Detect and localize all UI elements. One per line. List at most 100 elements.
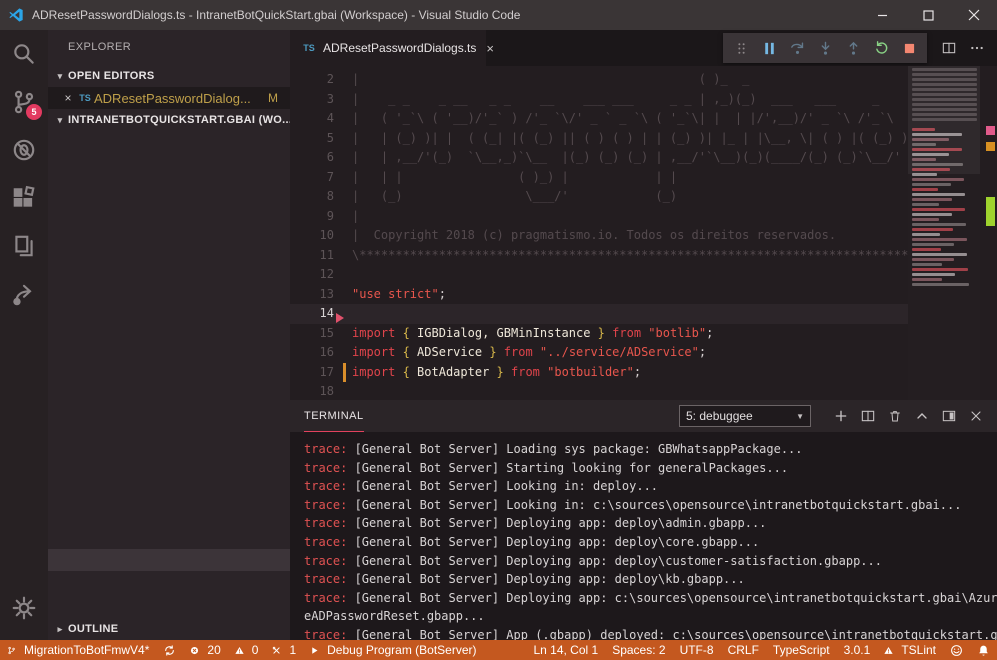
activity-documents-button[interactable] — [0, 222, 48, 270]
status-cursor-position[interactable]: Ln 14, Col 1 — [526, 640, 605, 660]
tree-item-botlib[interactable] — [48, 153, 290, 175]
activity-share-button[interactable] — [0, 270, 48, 318]
close-panel-button[interactable] — [962, 402, 989, 430]
minimize-button[interactable] — [859, 0, 905, 30]
kill-terminal-button[interactable] — [881, 402, 908, 430]
line-number[interactable]: 5 — [290, 129, 334, 149]
activity-source-control-button[interactable]: 5 — [0, 78, 48, 126]
tab-adresetpassworddialogs[interactable]: TS ADResetPasswordDialogs.ts × — [290, 30, 486, 66]
line-number[interactable]: 15 — [290, 324, 334, 344]
status-notifications[interactable] — [970, 640, 997, 660]
step-out-button[interactable] — [839, 34, 867, 62]
status-debug-program[interactable]: Debug Program (BotServer) — [303, 640, 483, 660]
line-number[interactable]: 9 — [290, 207, 334, 227]
terminal-line: trace: [General Bot Server] Deploying ap… — [304, 552, 997, 571]
line-number[interactable]: 11 — [290, 246, 334, 266]
tree-item-tsconfig-json[interactable] — [48, 483, 290, 505]
status-tslint[interactable]: TSLint — [877, 640, 943, 660]
close-editor-icon[interactable]: × — [60, 91, 76, 105]
tree-item-intranetbot-gbot[interactable] — [48, 527, 290, 549]
tree-item-dialog[interactable] — [48, 263, 290, 285]
status-git-branch[interactable]: MigrationToBotFmwV4* — [0, 640, 156, 660]
tree-item-package-json[interactable] — [48, 439, 290, 461]
status-sync[interactable] — [156, 640, 183, 660]
more-actions-button[interactable] — [963, 34, 991, 62]
close-window-button[interactable] — [951, 0, 997, 30]
drag-grip-button[interactable] — [727, 34, 755, 62]
line-number[interactable]: 2 — [290, 70, 334, 90]
split-terminal-button[interactable] — [854, 402, 881, 430]
status-label: 1 — [289, 643, 296, 657]
step-into-button[interactable] — [811, 34, 839, 62]
ruler-mark — [986, 142, 995, 151]
line-number[interactable]: 16 — [290, 343, 334, 363]
activity-search-button[interactable] — [0, 30, 48, 78]
minimap[interactable] — [908, 66, 980, 400]
new-terminal-button[interactable] — [827, 402, 854, 430]
minimap-slider[interactable] — [908, 66, 980, 174]
tree-item-readme-md[interactable] — [48, 461, 290, 483]
status-warnings[interactable]: 0 — [228, 640, 266, 660]
tree-item-package-lock-json[interactable] — [48, 417, 290, 439]
status-encoding[interactable]: UTF-8 — [673, 640, 721, 660]
pause-button[interactable] — [755, 34, 783, 62]
tree-item-gitignore[interactable] — [48, 395, 290, 417]
code-editor[interactable]: 2| ( )_ _ |3| _ _ _ __ _ _ __ ___ ___ _ … — [290, 66, 997, 400]
status-language-mode[interactable]: TypeScript — [766, 640, 837, 660]
status-eol[interactable]: CRLF — [721, 640, 766, 660]
split-editor-button[interactable] — [935, 34, 963, 62]
terminal-output[interactable]: trace: [General Bot Server] Loading sys … — [290, 432, 997, 640]
maximize-panel-button[interactable] — [908, 402, 935, 430]
status-indentation[interactable]: Spaces: 2 — [605, 640, 672, 660]
status-tools[interactable]: 1 — [265, 640, 303, 660]
line-number[interactable]: 7 — [290, 168, 334, 188]
line-number[interactable]: 14 — [290, 304, 334, 324]
workspace-header[interactable]: ▾ INTRANETBOTQUICKSTART.GBAI (WO... — [48, 109, 290, 131]
open-editor-item[interactable]: × TS ADResetPasswordDialog... M — [48, 87, 290, 109]
activity-extensions-button[interactable] — [0, 174, 48, 222]
tree-item-adresetpassworddial[interactable] — [48, 285, 290, 307]
tree-item-index-ts[interactable] — [48, 373, 290, 395]
tree-item-model[interactable] — [48, 307, 290, 329]
activity-debug-disabled-button[interactable] — [0, 126, 48, 174]
pause-icon — [761, 40, 778, 57]
maximize-button[interactable] — [905, 0, 951, 30]
terminal-line: trace: [General Bot Server] App (.gbapp)… — [304, 626, 997, 640]
line-number[interactable]: 13 — [290, 285, 334, 305]
tree-item-images[interactable] — [48, 593, 290, 615]
move-panel-right-button[interactable] — [935, 402, 962, 430]
window-title: ADResetPasswordDialogs.ts - IntranetBotQ… — [32, 8, 520, 22]
tree-item-css[interactable] — [48, 571, 290, 593]
status-feedback[interactable] — [943, 640, 970, 660]
tree-item-test[interactable] — [48, 351, 290, 373]
restart-button[interactable] — [867, 34, 895, 62]
line-number[interactable]: 17 — [290, 363, 334, 383]
tree-item-dist[interactable] — [48, 197, 290, 219]
line-number[interactable]: 10 — [290, 226, 334, 246]
line-number[interactable]: 8 — [290, 187, 334, 207]
chevron-down-icon: ▾ — [52, 71, 68, 82]
file-tree — [48, 131, 290, 615]
line-number[interactable]: 3 — [290, 90, 334, 110]
close-tab-icon[interactable]: × — [486, 41, 494, 56]
status-errors[interactable]: 20 — [183, 640, 227, 660]
open-editors-header[interactable]: ▾ OPEN EDITORS — [48, 65, 290, 87]
tab-terminal[interactable]: TERMINAL — [304, 400, 364, 432]
line-number[interactable]: 6 — [290, 148, 334, 168]
terminal-selector[interactable]: 5: debuggee ▼ — [679, 405, 811, 427]
tree-item-service[interactable] — [48, 329, 290, 351]
stop-button[interactable] — [895, 34, 923, 62]
line-number[interactable]: 4 — [290, 109, 334, 129]
step-over-button[interactable] — [783, 34, 811, 62]
status-ts-version[interactable]: 3.0.1 — [837, 640, 878, 660]
line-number[interactable]: 12 — [290, 265, 334, 285]
outline-header[interactable]: ▸ OUTLINE — [48, 618, 290, 640]
tree-item-azureadpasswordreset-gba[interactable] — [48, 175, 290, 197]
tree-item-office365-gbtheme[interactable] — [48, 549, 290, 571]
tree-item-src[interactable] — [48, 241, 290, 263]
tree-item-typedoc-json[interactable] — [48, 505, 290, 527]
settings-button[interactable] — [0, 584, 48, 632]
tree-item-node-modules[interactable] — [48, 219, 290, 241]
tree-item-botserver[interactable] — [48, 131, 290, 153]
line-number[interactable]: 18 — [290, 382, 334, 400]
